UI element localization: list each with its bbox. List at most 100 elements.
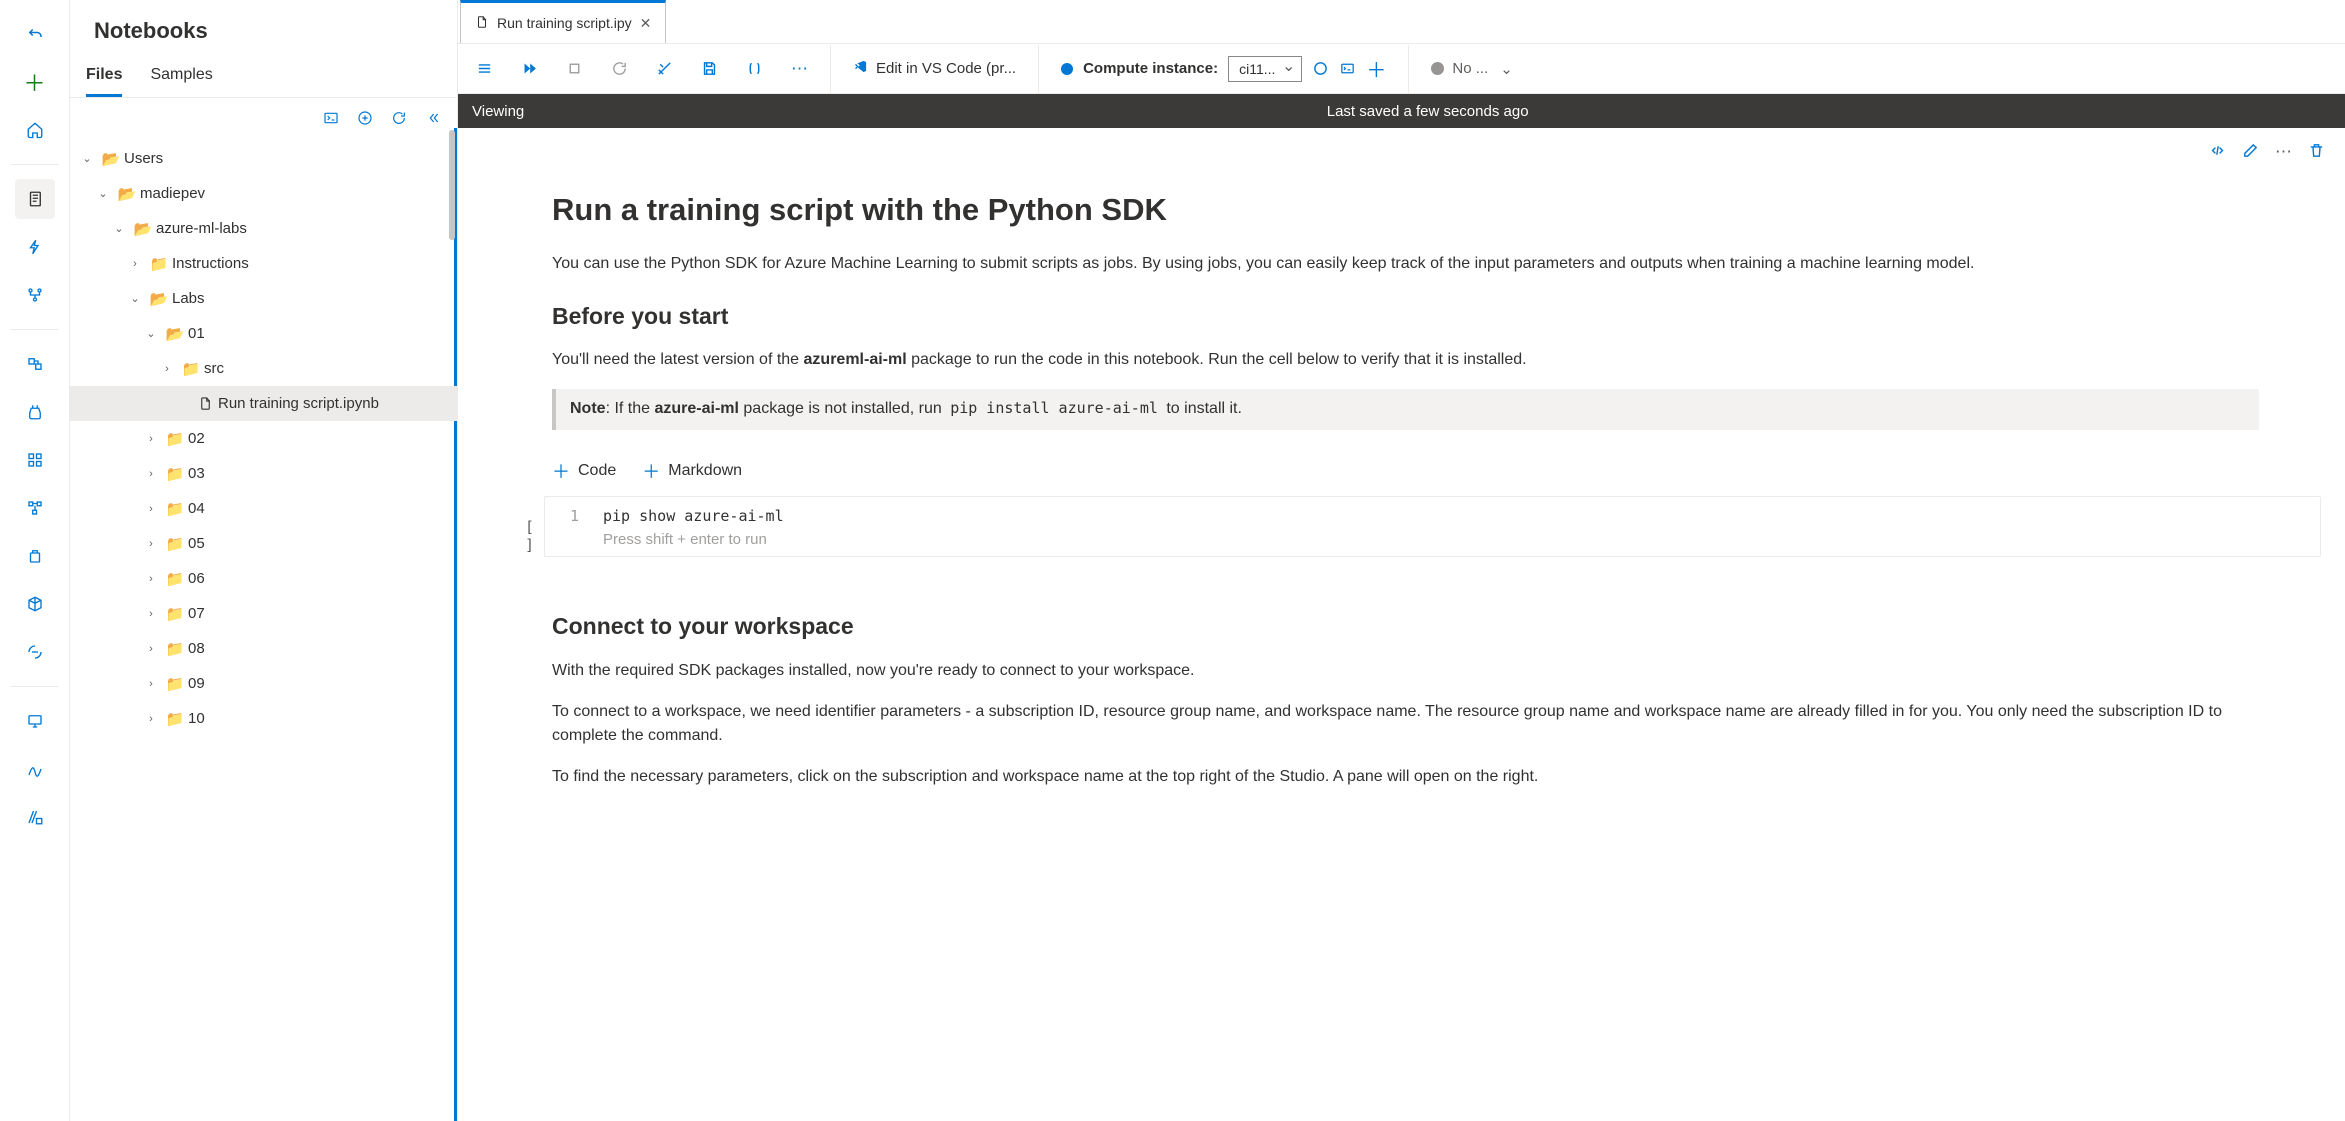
main: Run training script.ipy ✕ ⋯ Edit in VS C… xyxy=(458,0,2345,1121)
tree-folder[interactable]: ›📁03 xyxy=(70,456,457,491)
compute-restart-icon[interactable] xyxy=(1312,60,1329,77)
components-icon[interactable] xyxy=(15,440,55,480)
compute-icon[interactable] xyxy=(15,701,55,741)
compute-section: Compute instance: ci11... ＋ xyxy=(1061,54,1386,83)
tree-folder[interactable]: ›📁02 xyxy=(70,421,457,456)
add-icon[interactable]: ＋ xyxy=(15,62,55,102)
tree-folder[interactable]: ›📁10 xyxy=(70,701,457,736)
home-icon[interactable] xyxy=(15,110,55,150)
line-number: 1 xyxy=(559,507,579,525)
code-cell[interactable]: [ ] 1 pip show azure-ai-ml Press shift + … xyxy=(476,496,2335,557)
left-icon-rail: ＋ xyxy=(0,0,70,1121)
cell-paragraph: To find the necessary parameters, click … xyxy=(552,765,2259,790)
code-text: pip show azure-ai-ml xyxy=(603,507,784,525)
kernel-status-dot xyxy=(1431,62,1444,75)
file-panel: Notebooks Files Samples ⌄📂Users ⌄📂madiep… xyxy=(70,0,458,1121)
tree-folder[interactable]: ›📁04 xyxy=(70,491,457,526)
cell-actions: ⋯ xyxy=(476,142,2335,168)
tree-lab01[interactable]: ⌄📂01 xyxy=(70,316,457,351)
tree-labs[interactable]: ⌄📂Labs xyxy=(70,281,457,316)
status-bar: Viewing Last saved a few seconds ago xyxy=(458,94,2345,128)
tree-src[interactable]: ›📁src xyxy=(70,351,457,386)
cell-heading: Before you start xyxy=(552,299,2259,335)
restart-icon[interactable] xyxy=(611,60,628,77)
run-all-icon[interactable] xyxy=(521,60,538,77)
more-icon[interactable]: ⋯ xyxy=(791,59,808,79)
cell-paragraph: You can use the Python SDK for Azure Mac… xyxy=(552,252,2259,277)
status-saved: Last saved a few seconds ago xyxy=(524,103,2331,120)
designer-icon[interactable] xyxy=(15,275,55,315)
cell-paragraph: To connect to a workspace, we need ident… xyxy=(552,700,2259,750)
notebooks-icon[interactable] xyxy=(15,179,55,219)
models-icon[interactable] xyxy=(15,584,55,624)
document-tab-label: Run training script.ipy xyxy=(497,15,632,31)
file-tree: ⌄📂Users ⌄📂madiepev ⌄📂azure-ml-labs ›📁Ins… xyxy=(70,141,457,1121)
cell-heading: Connect to your workspace xyxy=(552,609,2259,645)
environments-icon[interactable] xyxy=(15,536,55,576)
toggle-code-icon[interactable] xyxy=(2209,142,2226,164)
tree-users[interactable]: ⌄📂Users xyxy=(70,141,457,176)
tree-instructions[interactable]: ›📁Instructions xyxy=(70,246,457,281)
tree-user[interactable]: ⌄📂madiepev xyxy=(70,176,457,211)
tree-folder[interactable]: ›📁09 xyxy=(70,666,457,701)
tree-file-selected[interactable]: Run training script.ipynb xyxy=(70,386,457,421)
kernel-select[interactable]: No ... xyxy=(1431,60,1512,78)
markdown-cell: Connect to your workspace With the requi… xyxy=(476,557,2335,816)
tree-repo[interactable]: ⌄📂azure-ml-labs xyxy=(70,211,457,246)
tree-folder[interactable]: ›📁08 xyxy=(70,631,457,666)
compute-label: Compute instance: xyxy=(1083,60,1218,77)
file-toolbar xyxy=(70,98,457,141)
insert-markdown-button[interactable]: ＋Markdown xyxy=(642,458,742,484)
document-tab[interactable]: Run training script.ipy ✕ xyxy=(460,0,666,43)
status-mode: Viewing xyxy=(472,103,524,120)
delete-cell-icon[interactable] xyxy=(2308,142,2325,164)
insert-code-button[interactable]: ＋Code xyxy=(552,458,616,484)
compute-add-icon[interactable]: ＋ xyxy=(1366,54,1386,83)
pipelines-icon[interactable] xyxy=(15,488,55,528)
markdown-cell: Run a training script with the Python SD… xyxy=(476,168,2335,450)
endpoints-icon[interactable] xyxy=(15,632,55,672)
file-tabs: Files Samples xyxy=(70,54,457,98)
note-block: Note: If the azure-ai-ml package is not … xyxy=(552,389,2259,430)
add-file-icon[interactable] xyxy=(357,110,373,131)
terminal-icon[interactable] xyxy=(323,110,339,131)
data-icon[interactable] xyxy=(15,344,55,384)
panel-title: Notebooks xyxy=(70,0,457,54)
compute-terminal-icon[interactable] xyxy=(1339,60,1356,77)
document-tabstrip: Run training script.ipy ✕ xyxy=(458,0,2345,44)
tree-folder[interactable]: ›📁05 xyxy=(70,526,457,561)
tab-files[interactable]: Files xyxy=(86,58,122,97)
cell-paragraph: You'll need the latest version of the az… xyxy=(552,348,2259,373)
cell-heading: Run a training script with the Python SD… xyxy=(552,186,2259,234)
back-icon[interactable] xyxy=(15,14,55,54)
jobs-icon[interactable] xyxy=(15,392,55,432)
close-tab-icon[interactable]: ✕ xyxy=(640,15,652,32)
automl-icon[interactable] xyxy=(15,227,55,267)
clear-output-icon[interactable] xyxy=(656,60,673,77)
notebook-toolbar: ⋯ Edit in VS Code (pr... Compute instanc… xyxy=(458,44,2345,94)
refresh-icon[interactable] xyxy=(391,110,407,131)
scrollbar[interactable] xyxy=(449,130,455,240)
linked-icon[interactable] xyxy=(15,797,55,837)
tab-samples[interactable]: Samples xyxy=(150,58,212,97)
edit-vscode-button[interactable]: Edit in VS Code (pr... xyxy=(853,59,1016,78)
cell-more-icon[interactable]: ⋯ xyxy=(2275,142,2292,164)
insert-row: ＋Code ＋Markdown xyxy=(476,450,2335,496)
execution-indicator: [ ] xyxy=(510,496,534,554)
variables-icon[interactable] xyxy=(746,60,763,77)
stop-icon[interactable] xyxy=(566,60,583,77)
compute-select[interactable]: ci11... xyxy=(1228,56,1302,82)
vscode-icon xyxy=(853,59,868,78)
tree-folder[interactable]: ›📁07 xyxy=(70,596,457,631)
collapse-icon[interactable] xyxy=(425,110,441,131)
compute-status-dot xyxy=(1061,63,1073,75)
run-hint: Press shift + enter to run xyxy=(559,525,2306,548)
notebook-file-icon xyxy=(475,15,489,32)
notebook-body: ⋯ Run a training script with the Python … xyxy=(454,128,2345,1121)
save-icon[interactable] xyxy=(701,60,718,77)
cell-paragraph: With the required SDK packages installed… xyxy=(552,659,2259,684)
edit-cell-icon[interactable] xyxy=(2242,142,2259,164)
datastores-icon[interactable] xyxy=(15,749,55,789)
tree-folder[interactable]: ›📁06 xyxy=(70,561,457,596)
menu-icon[interactable] xyxy=(476,60,493,77)
